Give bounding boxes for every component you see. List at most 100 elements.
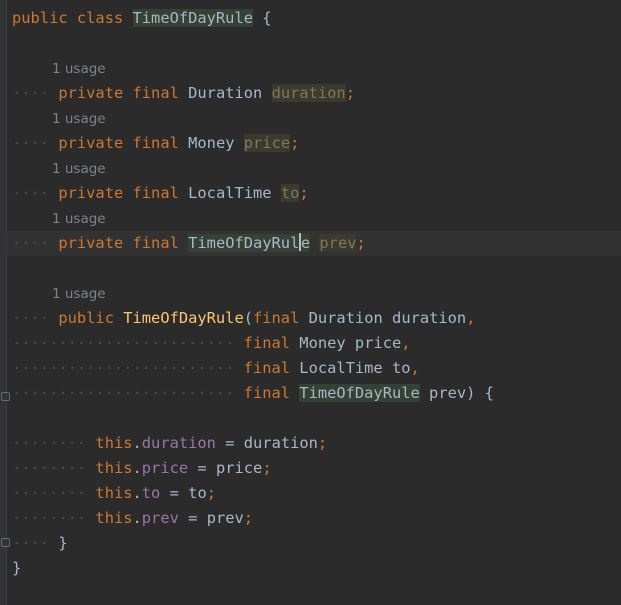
code-line-class-close[interactable]: } [12, 556, 21, 581]
indent-whitespace: ···· [12, 134, 50, 152]
code-line-param-prev[interactable]: ························ final TimeOfDay… [12, 381, 494, 406]
paren-brace: ) { [466, 384, 494, 402]
type-name[interactable]: LocalTime [299, 359, 382, 377]
equals: = [197, 459, 207, 477]
code-line-constructor[interactable]: ···· public TimeOfDayRule(final Duration… [12, 306, 475, 331]
keyword: final [243, 334, 291, 352]
keyword: private [58, 134, 124, 152]
code-line-param-price[interactable]: ························ final Money pri… [12, 331, 411, 356]
type-name[interactable]: Money [299, 334, 345, 352]
code-line-assign-to[interactable]: ········ this.to = to; [12, 481, 216, 506]
code-line-field-to[interactable]: ···· private final LocalTime to; [12, 181, 309, 206]
field-name[interactable]: prev [319, 234, 357, 252]
equals: = [225, 434, 235, 452]
type-name-text: TimeOfDayRul [188, 234, 300, 252]
param-ref[interactable]: duration [244, 434, 318, 452]
keyword: final [132, 184, 179, 202]
type-name[interactable]: TimeOfDayRule [299, 384, 420, 402]
semicolon: ; [356, 234, 366, 252]
semicolon: ; [243, 509, 254, 527]
semicolon: ; [317, 434, 328, 452]
open-brace: { [262, 9, 272, 27]
indent-whitespace: ···· [12, 84, 50, 102]
code-line-assign-duration[interactable]: ········ this.duration = duration; [12, 431, 327, 456]
code-line-constructor-close[interactable]: ···· } [12, 531, 68, 556]
field-ref[interactable]: duration [142, 434, 216, 452]
dot: . [132, 509, 142, 527]
type-name-tail: e [300, 234, 311, 252]
usage-hint[interactable]: 1 usage [52, 209, 106, 229]
keyword: this [95, 484, 133, 502]
param-name[interactable]: duration [392, 309, 466, 327]
keyword: final [132, 84, 179, 102]
type-name[interactable]: TimeOfDayRule [188, 233, 311, 252]
param-ref[interactable]: prev [207, 509, 244, 527]
code-line-class-declaration[interactable]: public class TimeOfDayRule { [12, 6, 272, 31]
indent-whitespace: ········ [12, 509, 87, 527]
indent-whitespace: ···· [12, 234, 50, 252]
code-editor[interactable]: public class TimeOfDayRule { 1 usage ···… [0, 0, 621, 605]
gutter-divider [6, 0, 7, 605]
field-ref[interactable]: price [142, 459, 188, 477]
usage-hint[interactable]: 1 usage [52, 109, 106, 129]
keyword: public [58, 309, 114, 327]
field-ref[interactable]: to [142, 484, 161, 502]
param-name[interactable]: price [355, 334, 401, 352]
type-name[interactable]: Duration [309, 309, 383, 327]
comma: , [466, 309, 476, 327]
keyword: final [132, 234, 179, 252]
dot: . [132, 484, 142, 502]
fold-marker-icon[interactable] [1, 538, 10, 547]
keyword: this [95, 509, 133, 527]
param-name[interactable]: prev [429, 384, 466, 402]
param-ref[interactable]: to [188, 484, 207, 502]
usage-hint[interactable]: 1 usage [52, 159, 106, 179]
usage-hint[interactable]: 1 usage [52, 59, 106, 79]
type-name[interactable]: Money [188, 134, 234, 152]
code-line-assign-prev[interactable]: ········ this.prev = prev; [12, 506, 253, 531]
fold-marker-icon[interactable] [1, 392, 10, 401]
usage-hint[interactable]: 1 usage [52, 284, 106, 304]
field-name[interactable]: to [280, 184, 300, 202]
indent-whitespace: ···· [12, 309, 50, 327]
code-line-field-price[interactable]: ···· private final Money price; [12, 131, 299, 156]
code-line-param-to[interactable]: ························ final LocalTime… [12, 356, 420, 381]
keyword: private [58, 84, 124, 102]
keyword: final [132, 134, 179, 152]
dot: . [132, 459, 142, 477]
indent-whitespace: ········ [12, 484, 87, 502]
code-line-assign-price[interactable]: ········ this.price = price; [12, 456, 272, 481]
close-brace: } [58, 534, 68, 552]
code-line-field-duration[interactable]: ···· private final Duration duration; [12, 81, 355, 106]
field-name[interactable]: price [243, 134, 291, 152]
keyword: private [58, 184, 124, 202]
indent-whitespace: ························ [12, 384, 235, 402]
indent-whitespace: ···· [12, 534, 50, 552]
param-ref[interactable]: price [216, 459, 262, 477]
keyword: private [58, 234, 124, 252]
keyword: this [95, 459, 133, 477]
semicolon: ; [345, 84, 355, 102]
code-line-field-prev[interactable]: ···· private final TimeOfDayRule prev; [12, 231, 366, 256]
class-name[interactable]: TimeOfDayRule [132, 9, 253, 27]
indent-whitespace: ········ [12, 459, 87, 477]
equals: = [169, 484, 179, 502]
keyword: public [12, 9, 68, 27]
semicolon: ; [206, 484, 216, 502]
keyword: this [95, 434, 133, 452]
type-name[interactable]: Duration [188, 84, 262, 102]
type-name[interactable]: LocalTime [188, 184, 271, 202]
field-ref[interactable]: prev [142, 509, 179, 527]
field-name[interactable]: duration [271, 84, 346, 102]
param-name[interactable]: to [392, 359, 411, 377]
keyword: final [243, 359, 291, 377]
indent-whitespace: ························ [12, 334, 235, 352]
keyword: class [76, 9, 124, 27]
indent-whitespace: ········ [12, 434, 87, 452]
comma: , [401, 334, 411, 352]
indent-whitespace: ························ [12, 359, 235, 377]
open-paren: ( [243, 309, 253, 327]
indent-whitespace: ···· [12, 184, 50, 202]
constructor-name[interactable]: TimeOfDayRule [123, 309, 243, 327]
close-brace: } [12, 559, 22, 577]
